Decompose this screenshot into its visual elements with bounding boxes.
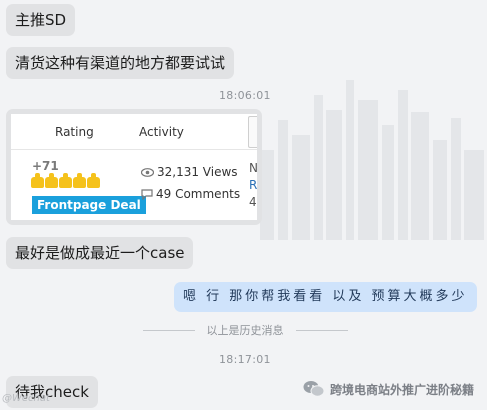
thumbs-up-icon — [45, 173, 58, 188]
message-text: 最好是做成最近一个case — [15, 244, 185, 262]
wechat-icon — [303, 381, 325, 397]
score-value: +71 — [32, 159, 59, 173]
divider-line — [295, 329, 348, 331]
comment-icon — [141, 188, 153, 200]
views-stat: 32,131 Views — [141, 165, 238, 179]
thumbs-up-icon — [31, 173, 44, 188]
message-bubble-2[interactable]: 清货这种有渠道的地方都要试试 — [6, 47, 235, 79]
message-bubble-own[interactable]: 嗯 行 那你帮我看看 以及 预算大概多少 — [174, 282, 477, 312]
thumbs-up-icon — [59, 173, 72, 188]
thumbs-up-icon — [73, 173, 86, 188]
eye-icon — [141, 167, 154, 177]
timestamp: 18:17:01 — [219, 353, 271, 366]
message-text: 清货这种有渠道的地方都要试试 — [15, 54, 226, 72]
timestamp: 18:06:01 — [219, 89, 271, 102]
image-message[interactable]: Rating Activity +71 Frontpage Deal 32,13… — [6, 109, 262, 225]
frontpage-deal-badge: Frontpage Deal — [32, 196, 146, 214]
views-count: 32,131 Views — [157, 165, 238, 179]
comments-stat: 49 Comments — [141, 187, 240, 201]
activity-header: Activity — [139, 125, 184, 139]
deal-card-screenshot: Rating Activity +71 Frontpage Deal 32,13… — [11, 114, 257, 220]
thumbs-up-icons — [31, 173, 100, 188]
watermark-right: 跨境电商站外推广进阶秘籍 — [303, 378, 474, 400]
cut-off-column — [248, 116, 257, 148]
cut-off-text: R — [249, 178, 257, 192]
divider-line — [142, 329, 195, 331]
cut-off-text: N — [249, 161, 257, 175]
watermark-text: 跨境电商站外推广进阶秘籍 — [330, 382, 475, 397]
message-bubble-3[interactable]: 最好是做成最近一个case — [6, 237, 194, 269]
thumbs-up-icon — [87, 173, 100, 188]
watermark-left: @Wechat — [2, 393, 50, 404]
history-divider: 以上是历史消息 — [132, 322, 358, 338]
comments-count: 49 Comments — [156, 187, 241, 201]
history-label: 以上是历史消息 — [206, 324, 284, 337]
message-text: 嗯 行 那你帮我看看 以及 预算大概多少 — [183, 289, 468, 304]
card-header-row: Rating Activity — [11, 114, 257, 150]
rating-header: Rating — [55, 125, 94, 139]
message-text: 主推SD — [15, 11, 67, 29]
message-bubble-1[interactable]: 主推SD — [6, 4, 76, 36]
cut-off-text: 4 — [249, 195, 257, 209]
